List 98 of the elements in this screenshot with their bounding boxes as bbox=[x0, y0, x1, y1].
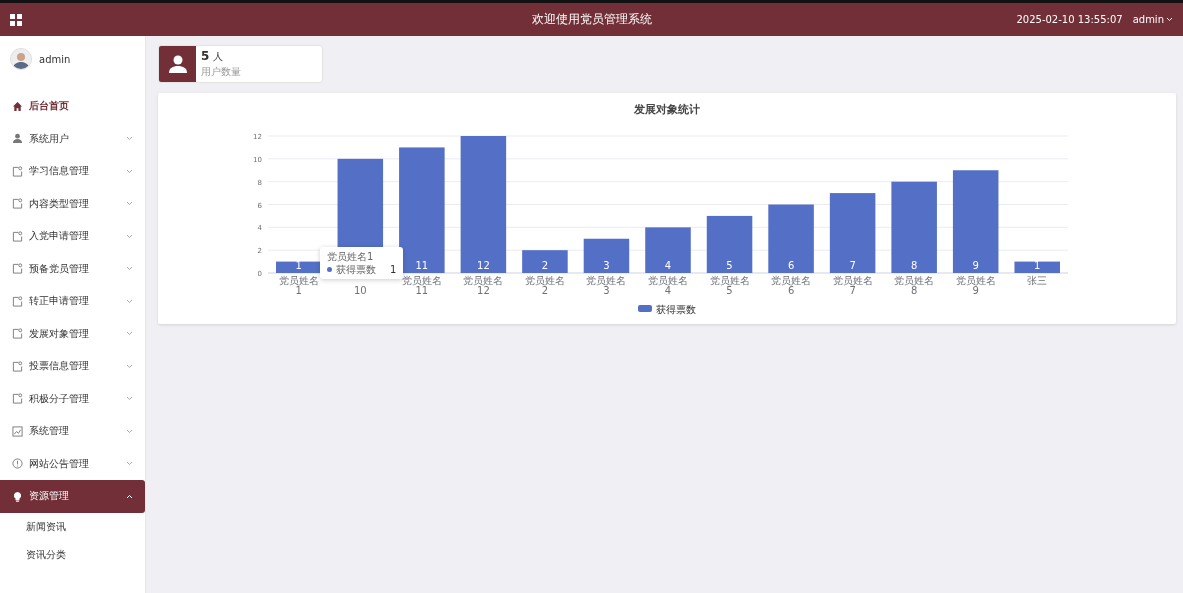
stat-unit: 人 bbox=[213, 51, 224, 62]
chevron-icon bbox=[126, 331, 133, 337]
user-icon bbox=[12, 133, 23, 145]
data-label: 8 bbox=[910, 260, 918, 271]
category-label: 3 bbox=[603, 285, 610, 296]
chevron-icon bbox=[126, 298, 133, 304]
menu-item[interactable]: 转正申请管理 bbox=[0, 285, 145, 318]
category-label: 党员姓名 bbox=[278, 275, 319, 286]
app-title: 欢迎使用党员管理系统 bbox=[531, 12, 652, 26]
bar bbox=[645, 227, 691, 273]
submenu-item[interactable]: 新闻资讯 bbox=[0, 512, 145, 541]
chevron-icon bbox=[126, 168, 133, 174]
info-icon bbox=[12, 458, 23, 470]
category-label: 党员姓名 bbox=[771, 275, 812, 286]
series-dot bbox=[327, 267, 332, 272]
menu-item[interactable]: 网站公告管理 bbox=[0, 447, 145, 480]
data-label: 4 bbox=[664, 260, 672, 271]
chart-title: 发展对象统计 bbox=[634, 103, 700, 116]
chevron-icon bbox=[126, 233, 133, 239]
data-label: 2 bbox=[541, 260, 549, 271]
menu-item[interactable]: 后台首页 bbox=[0, 90, 145, 123]
legend-label[interactable]: 获得票数 bbox=[656, 303, 696, 315]
data-label: 7 bbox=[849, 260, 856, 271]
category-label: 党员姓名 bbox=[709, 275, 750, 286]
submenu-item[interactable]: 资讯分类 bbox=[0, 541, 145, 570]
menu-item[interactable]: 预备党员管理 bbox=[0, 252, 145, 285]
document-icon bbox=[12, 263, 23, 275]
menu-item[interactable]: 学习信息管理 bbox=[0, 155, 145, 188]
menu-item[interactable]: 内容类型管理 bbox=[0, 187, 145, 220]
category-label: 6 bbox=[787, 285, 795, 296]
category-label: 4 bbox=[664, 285, 672, 296]
grid-icon[interactable] bbox=[10, 13, 22, 26]
category-label: 10 bbox=[353, 285, 367, 296]
bulb-icon bbox=[12, 490, 23, 502]
data-label: 1 bbox=[295, 260, 302, 271]
bar bbox=[1014, 261, 1060, 273]
chevron-icon bbox=[126, 428, 133, 434]
stat-label: 用户数量 bbox=[201, 65, 241, 79]
bar bbox=[768, 204, 814, 273]
category-label: 党员姓名 bbox=[586, 275, 627, 286]
category-label: 党员姓名 bbox=[524, 275, 565, 286]
category-label: 张三 bbox=[1027, 275, 1048, 286]
user-menu[interactable]: admin bbox=[1132, 14, 1173, 25]
category-label: 党员姓名 bbox=[401, 275, 442, 286]
user-icon bbox=[167, 54, 188, 74]
category-label: 党员姓名 bbox=[955, 275, 996, 286]
chevron-icon bbox=[126, 461, 133, 467]
chart-tooltip: 党员姓名1 获得票数 1 bbox=[320, 247, 404, 279]
chevron-icon bbox=[126, 493, 133, 499]
chevron-icon bbox=[126, 136, 133, 142]
chart-icon bbox=[12, 425, 23, 437]
stat-value: 5 bbox=[201, 49, 210, 63]
caret-icon bbox=[1166, 17, 1173, 22]
bar bbox=[522, 250, 568, 273]
data-label: 12 bbox=[477, 260, 490, 271]
datetime: 2025-02-10 13:55:07 bbox=[1016, 14, 1123, 25]
category-label: 11 bbox=[415, 285, 429, 296]
document-icon bbox=[12, 360, 23, 372]
bar bbox=[276, 261, 322, 273]
data-label: 3 bbox=[603, 260, 610, 271]
category-label: 党员姓名 bbox=[463, 275, 504, 286]
document-icon bbox=[12, 328, 23, 340]
bar bbox=[583, 238, 630, 273]
legend-swatch[interactable] bbox=[638, 305, 652, 312]
data-label: 11 bbox=[415, 260, 429, 271]
menu-item[interactable]: 投票信息管理 bbox=[0, 350, 145, 383]
category-label: 党员姓名 bbox=[894, 275, 935, 286]
chevron-icon bbox=[126, 266, 133, 272]
chevron-icon bbox=[126, 363, 133, 369]
category-label: 党员姓名 bbox=[648, 275, 688, 286]
home-icon bbox=[12, 100, 23, 112]
data-label: 5 bbox=[726, 260, 733, 271]
document-icon bbox=[12, 230, 23, 242]
data-label: 6 bbox=[787, 260, 795, 271]
bar bbox=[706, 215, 753, 273]
menu-item[interactable]: 资源管理 bbox=[0, 480, 145, 513]
document-icon bbox=[12, 165, 23, 177]
category-label: 2 bbox=[541, 285, 549, 296]
user-name: admin bbox=[39, 53, 71, 65]
category-label: 8 bbox=[910, 285, 918, 296]
document-icon bbox=[12, 295, 23, 307]
category-label: 党员姓名 bbox=[832, 275, 873, 286]
category-label: 7 bbox=[849, 285, 856, 296]
menu-item[interactable]: 发展对象管理 bbox=[0, 317, 145, 350]
category-label: 12 bbox=[477, 285, 490, 296]
chevron-icon bbox=[126, 396, 133, 402]
category-label: 5 bbox=[726, 285, 733, 296]
menu-item[interactable]: 系统用户 bbox=[0, 122, 145, 155]
menu-item[interactable]: 入党申请管理 bbox=[0, 220, 145, 253]
document-icon bbox=[12, 198, 23, 210]
chevron-icon bbox=[126, 201, 133, 207]
category-label: 9 bbox=[972, 285, 979, 296]
menu-item[interactable]: 积极分子管理 bbox=[0, 382, 145, 415]
data-label: 1 bbox=[1034, 260, 1041, 271]
category-label: 1 bbox=[295, 285, 302, 296]
menu-item[interactable]: 系统管理 bbox=[0, 415, 145, 448]
data-label: 9 bbox=[972, 260, 979, 271]
document-icon bbox=[12, 393, 23, 405]
